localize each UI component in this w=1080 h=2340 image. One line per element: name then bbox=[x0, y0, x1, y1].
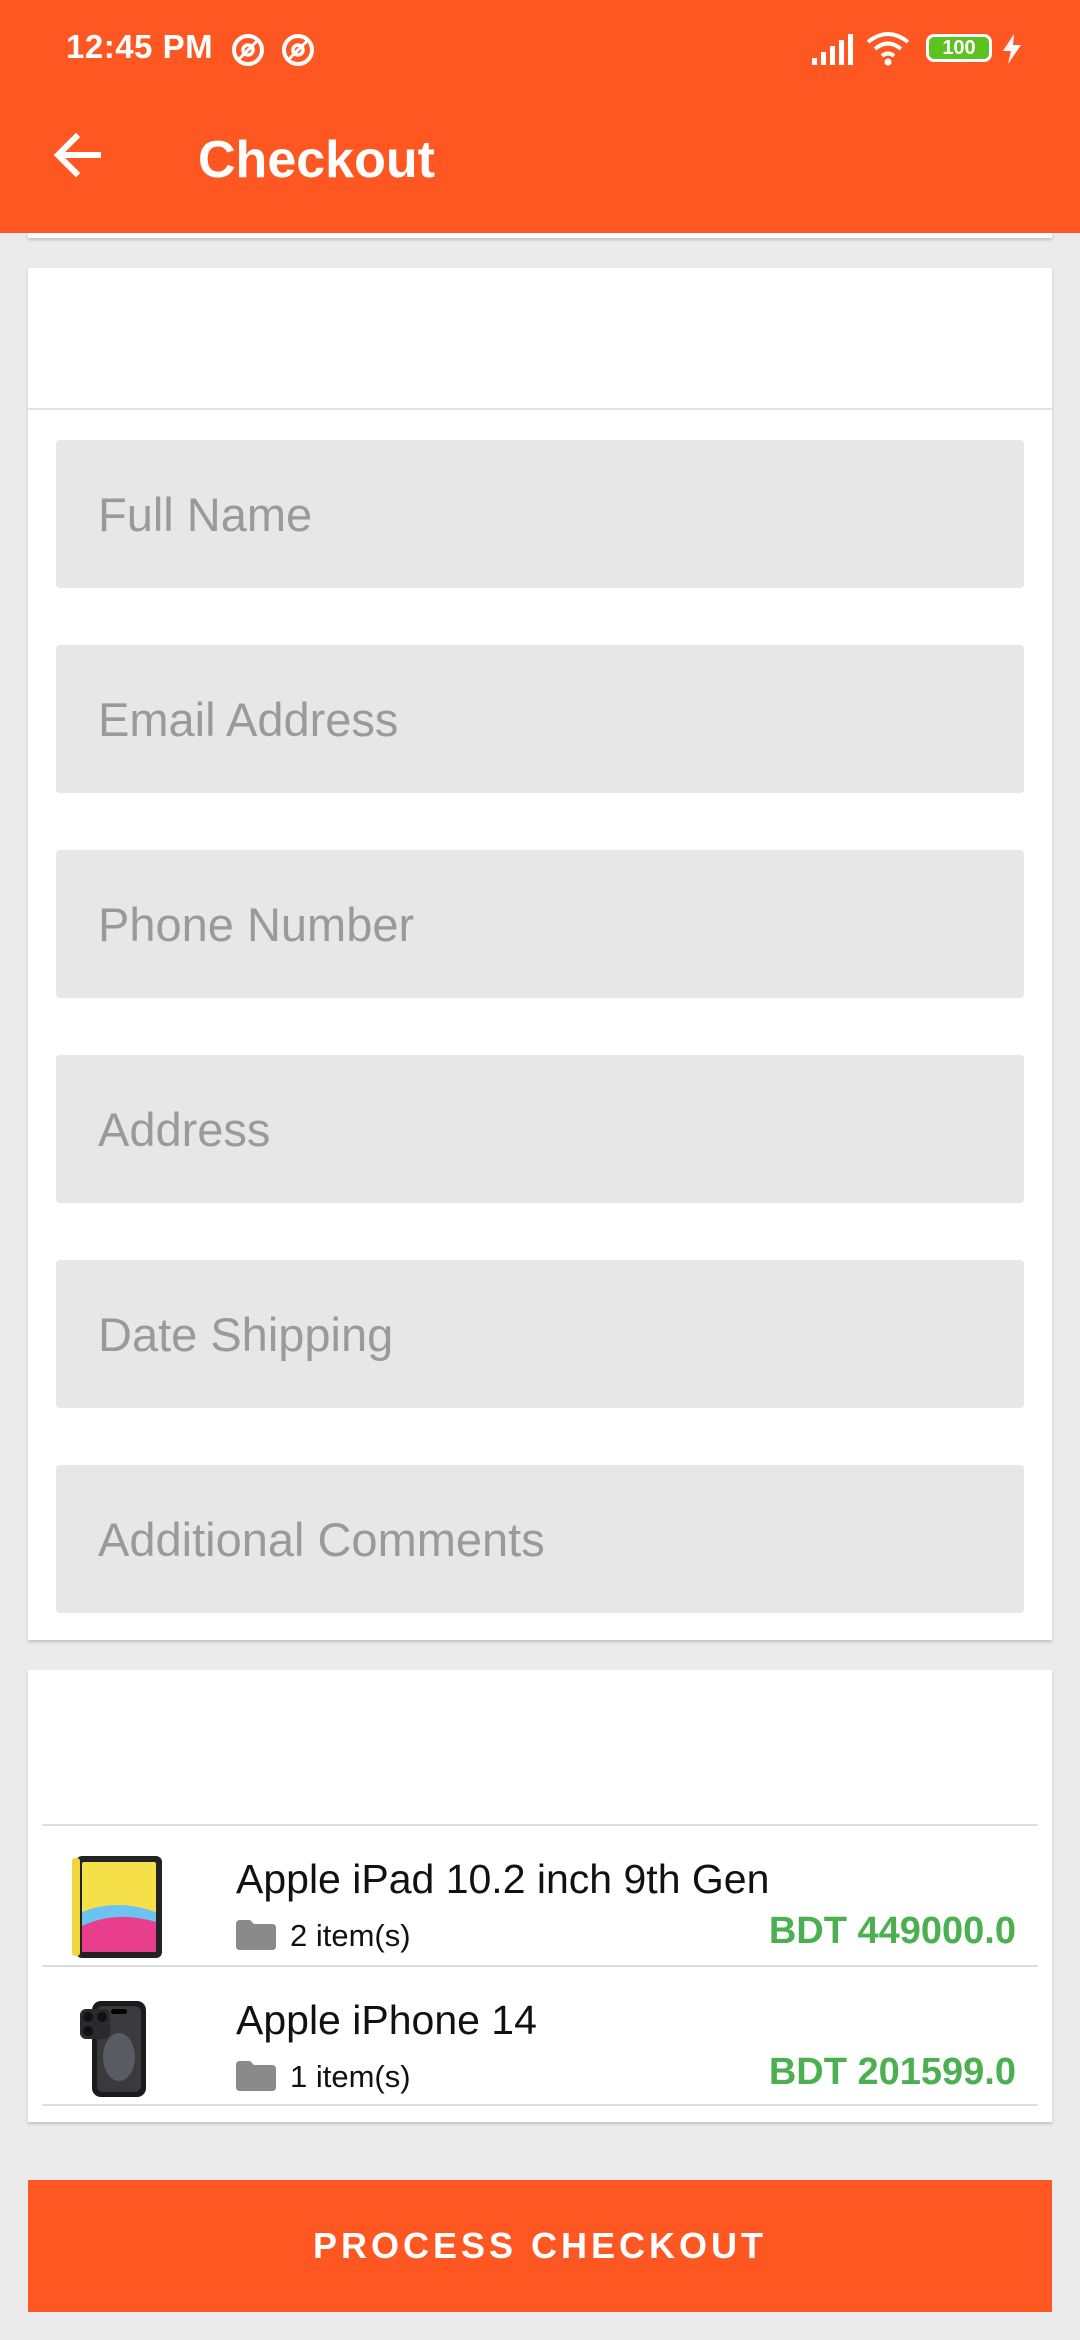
signal-icon bbox=[812, 34, 853, 65]
app-bar: 12:45 PM 100 Checkout bbox=[0, 0, 1080, 233]
item-quantity: 1 item(s) bbox=[290, 2059, 411, 2094]
battery-icon: 100 bbox=[926, 34, 992, 62]
iphone-icon bbox=[80, 2001, 146, 2097]
charging-icon bbox=[1003, 34, 1021, 64]
phone-field bbox=[56, 850, 1024, 998]
page-title: Checkout bbox=[198, 131, 435, 189]
phone-input[interactable] bbox=[56, 850, 1024, 998]
address-input[interactable] bbox=[56, 1055, 1024, 1203]
at-sign-icon bbox=[232, 34, 264, 66]
battery-level: 100 bbox=[942, 36, 976, 59]
date-shipping-input[interactable] bbox=[56, 1260, 1024, 1408]
full-name-input[interactable] bbox=[56, 440, 1024, 588]
status-bar: 12:45 PM 100 bbox=[0, 0, 1080, 100]
wifi-icon bbox=[866, 32, 910, 66]
item-quantity: 2 item(s) bbox=[290, 1918, 411, 1953]
folder-icon bbox=[236, 2061, 276, 2091]
comments-input[interactable] bbox=[56, 1465, 1024, 1613]
full-name-field bbox=[56, 440, 1024, 588]
email-input[interactable] bbox=[56, 645, 1024, 793]
status-time: 12:45 PM bbox=[66, 28, 214, 65]
shipping-form-card bbox=[28, 268, 1052, 1640]
folder-icon bbox=[236, 1920, 276, 1950]
product-name: Apple iPad 10.2 inch 9th Gen bbox=[236, 1856, 770, 1902]
product-name: Apple iPhone 14 bbox=[236, 1997, 537, 2043]
date-shipping-field bbox=[56, 1260, 1024, 1408]
item-price: BDT 449000.0 bbox=[768, 1910, 1016, 1952]
at-sign-icon bbox=[282, 34, 314, 66]
list-item[interactable]: Apple iPhone 14 1 item(s) BDT 201599.0 bbox=[42, 1965, 1038, 2106]
card-divider bbox=[28, 408, 1052, 410]
process-checkout-button[interactable]: PROCESS CHECKOUT bbox=[28, 2180, 1052, 2312]
comments-field bbox=[56, 1465, 1024, 1613]
list-item[interactable]: Apple iPad 10.2 inch 9th Gen 2 item(s) B… bbox=[42, 1824, 1038, 1965]
arrow-left-icon[interactable] bbox=[48, 125, 108, 185]
order-summary-card: Apple iPad 10.2 inch 9th Gen 2 item(s) B… bbox=[28, 1670, 1052, 2122]
address-field bbox=[56, 1055, 1024, 1203]
email-field bbox=[56, 645, 1024, 793]
ipad-icon bbox=[72, 1856, 162, 1958]
item-price: BDT 201599.0 bbox=[768, 2051, 1016, 2093]
